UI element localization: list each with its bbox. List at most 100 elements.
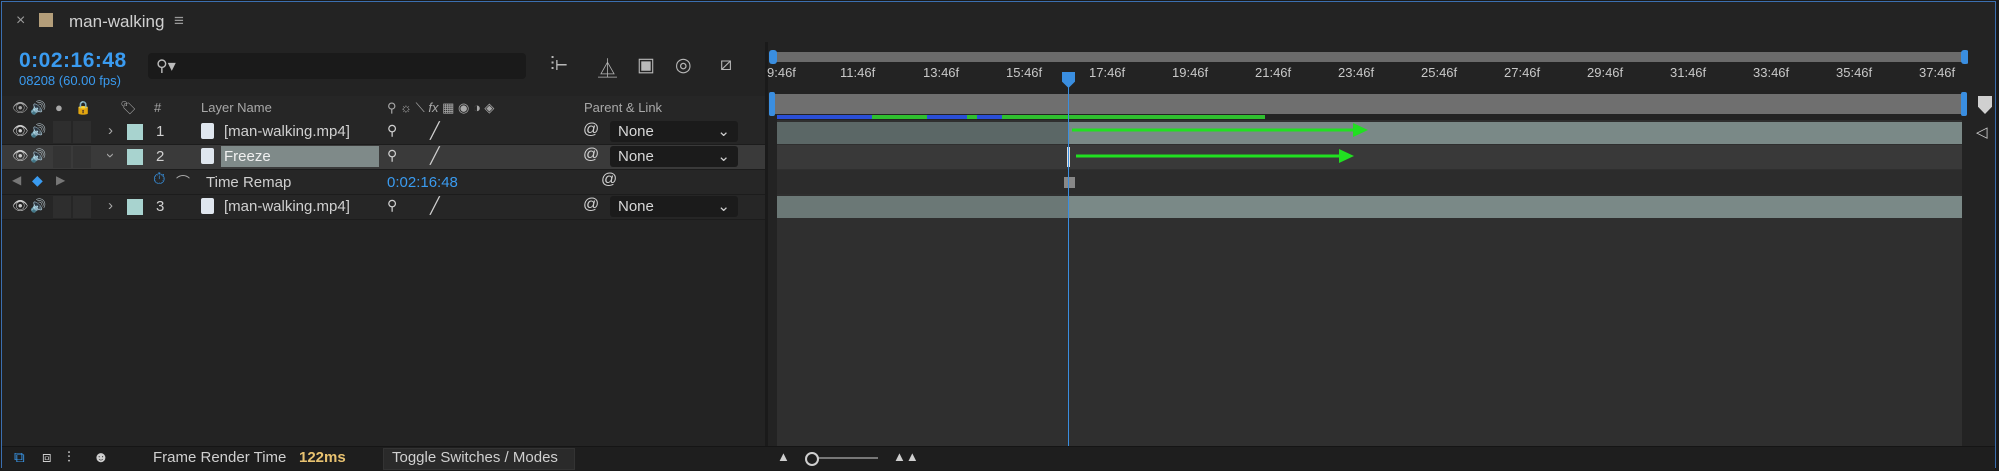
frame-blending-icon[interactable]: ▣ [637, 54, 655, 77]
render-time-icon[interactable]: ☻ [93, 449, 109, 466]
render-cache-bar [1068, 115, 1265, 119]
layer-name[interactable]: [man-walking.mp4] [224, 198, 350, 215]
current-time-display[interactable]: 0:02:16:48 [19, 49, 127, 73]
speaker-icon[interactable]: 🔊 [30, 123, 46, 139]
prev-keyframe-icon[interactable]: ◀ [12, 173, 21, 187]
next-keyframe-icon[interactable]: ▶ [56, 173, 65, 187]
tab-bar: × man-walking ≡ [2, 2, 1995, 42]
ruler-label: 19:46f [1172, 65, 1209, 80]
add-keyframe-icon[interactable]: ◆ [32, 172, 43, 189]
lock-cell[interactable] [73, 121, 91, 143]
in-out-icon[interactable]: ⫶ [67, 449, 71, 466]
zoom-slider-thumb[interactable] [805, 452, 819, 466]
time-navigator-start-handle[interactable] [769, 50, 777, 64]
layer-bar-3[interactable] [777, 196, 1962, 218]
layer-bar-1[interactable] [777, 122, 1962, 144]
graph-icon[interactable]: ⌒ [176, 172, 190, 192]
lock-cell[interactable] [73, 196, 91, 218]
graph-editor-icon[interactable]: ⧄ [720, 54, 732, 76]
layer-name[interactable]: Freeze [224, 148, 271, 165]
stopwatch-icon[interactable]: ⏱ [153, 171, 165, 189]
layer-switches-icon[interactable]: ⧉ [14, 449, 25, 466]
eye-icon[interactable]: 👁 [12, 198, 29, 214]
layer-number: 3 [156, 198, 165, 215]
chevron-down-icon: ⌄ [717, 198, 730, 215]
speaker-icon[interactable]: 🔊 [30, 148, 46, 164]
quality-switch-icon[interactable]: ╱ [430, 196, 440, 216]
time-remap-row[interactable]: ◀ ◆ ▶ ⏱ ⌒ Time Remap 0:02:16:48 @ [2, 170, 765, 195]
render-cache-bar-blue [977, 115, 1002, 119]
label-color-box[interactable] [127, 149, 143, 165]
work-area-start-handle[interactable] [769, 92, 775, 116]
composition-navigator-icon[interactable]: ⫶⊢ [550, 54, 567, 76]
layer-search-input[interactable]: ⚲▾ [148, 53, 526, 79]
pick-whip-icon[interactable]: @ [583, 121, 599, 139]
work-area-end-handle[interactable] [1961, 92, 1967, 116]
motion-blur-icon[interactable]: ◎ [675, 54, 692, 77]
status-footer: ⧉ ⧈ ⫶ ☻ Frame Render Time 122ms Toggle S… [2, 446, 1995, 470]
ruler-label: 27:46f [1504, 65, 1541, 80]
ruler-label: 17:46f [1089, 65, 1126, 80]
layer-number: 1 [156, 123, 165, 140]
solo-cell[interactable] [53, 196, 71, 218]
playhead-line[interactable] [1068, 72, 1069, 447]
collapse-chevron-icon[interactable]: › [102, 153, 119, 158]
track-row-selected [777, 145, 1962, 169]
pick-whip-icon[interactable]: @ [583, 146, 599, 164]
close-tab-icon[interactable]: × [16, 12, 25, 30]
layer-number: 2 [156, 148, 165, 165]
lock-cell[interactable] [73, 146, 91, 168]
zoom-out-icon[interactable]: ▲ [777, 449, 790, 464]
time-navigator-bar[interactable] [772, 52, 1966, 62]
shy-switch-icon[interactable]: ⚲ [387, 197, 397, 214]
layer-row-selected[interactable]: 👁 🔊 › 2 Freeze ⚲ ╱ @ None ⌄ [2, 145, 765, 170]
ruler-label: 25:46f [1421, 65, 1458, 80]
eye-icon[interactable]: 👁 [12, 148, 29, 164]
composition-panel: × man-walking ≡ 0:02:16:48 08208 (60.00 … [1, 1, 1996, 470]
parent-dropdown[interactable]: None ⌄ [610, 121, 738, 142]
zoom-slider-track[interactable] [810, 457, 878, 459]
shy-layers-icon[interactable]: ⏅ [598, 54, 617, 81]
solo-cell[interactable] [53, 146, 71, 168]
panel-menu-icon[interactable]: ≡ [174, 11, 184, 31]
toggle-switches-label: Toggle Switches / Modes [392, 449, 558, 466]
expression-pick-whip-icon[interactable]: @ [601, 171, 617, 189]
layer-name[interactable]: [man-walking.mp4] [224, 123, 350, 140]
shy-switch-icon[interactable]: ⚲ [387, 147, 397, 164]
quality-switch-icon[interactable]: ╱ [430, 146, 440, 166]
keyframe-marker[interactable] [1064, 177, 1075, 188]
property-value[interactable]: 0:02:16:48 [387, 174, 458, 191]
ruler-label: 11:46f [840, 65, 876, 80]
comp-tab-title[interactable]: man-walking [69, 12, 164, 32]
property-track-row [777, 170, 1962, 194]
zoom-in-icon[interactable]: ▲▲ [893, 449, 919, 464]
chevron-down-icon: ⌄ [717, 123, 730, 140]
layer-marker-icon[interactable]: ◁ [1976, 123, 1988, 141]
ruler-label: 23:46f [1338, 65, 1375, 80]
lock-icon[interactable]: 🔒 [75, 100, 91, 116]
ruler-label: 29:46f [1587, 65, 1624, 80]
eye-icon[interactable]: 👁 [12, 123, 29, 139]
solo-icon[interactable]: ● [55, 100, 63, 115]
video-toggle-icon[interactable]: 👁 [12, 100, 29, 116]
solo-cell[interactable] [53, 121, 71, 143]
label-color-box[interactable] [127, 124, 143, 140]
layer-row[interactable]: 👁 🔊 › 3 [man-walking.mp4] ⚲ ╱ @ None ⌄ [2, 195, 765, 220]
work-area-bar[interactable] [772, 94, 1966, 114]
layer-row[interactable]: 👁 🔊 › 1 [man-walking.mp4] ⚲ ╱ @ None ⌄ [2, 120, 765, 145]
parent-dropdown[interactable]: None ⌄ [610, 196, 738, 217]
transfer-controls-icon[interactable]: ⧈ [42, 449, 52, 466]
parent-dropdown[interactable]: None ⌄ [610, 146, 738, 167]
quality-switch-icon[interactable]: ╱ [430, 121, 440, 141]
label-color-box[interactable] [127, 199, 143, 215]
footage-file-icon [201, 148, 214, 164]
expand-chevron-icon[interactable]: › [108, 122, 113, 139]
comp-color-swatch [39, 13, 53, 27]
pick-whip-icon[interactable]: @ [583, 196, 599, 214]
column-layer-name-header[interactable]: Layer Name [201, 100, 272, 115]
audio-toggle-icon[interactable]: 🔊 [30, 100, 46, 116]
label-tag-icon[interactable]: 🏷 [120, 100, 137, 116]
shy-switch-icon[interactable]: ⚲ [387, 122, 397, 139]
speaker-icon[interactable]: 🔊 [30, 198, 46, 214]
expand-chevron-icon[interactable]: › [108, 197, 113, 214]
